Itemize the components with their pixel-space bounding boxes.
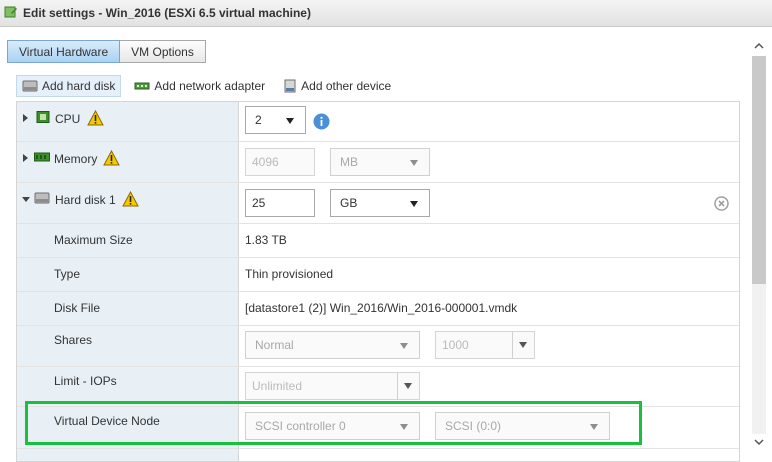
shares-value: Normal bbox=[255, 338, 294, 352]
type-value: Thin provisioned bbox=[245, 267, 334, 281]
tab-vm-options[interactable]: VM Options bbox=[120, 40, 206, 63]
hardware-settings-list: CPU 2 Memory 4096 MB Hard disk 1 25 GB M… bbox=[16, 101, 740, 462]
shares-number-value: 1000 bbox=[442, 338, 469, 352]
type-row: Type Thin provisioned bbox=[17, 258, 739, 292]
hard-disk-label-cell: Hard disk 1 bbox=[17, 183, 239, 223]
warning-icon bbox=[122, 190, 139, 210]
add-hard-disk-button[interactable]: Add hard disk bbox=[16, 75, 122, 97]
limit-iops-value: Unlimited bbox=[252, 379, 303, 393]
scsi-slot-value: SCSI (0:0) bbox=[445, 419, 502, 433]
disk-file-label: Disk File bbox=[54, 301, 101, 315]
memory-label-cell: Memory bbox=[17, 142, 239, 182]
add-network-adapter-label: Add network adapter bbox=[154, 79, 266, 93]
cpu-label-cell: CPU bbox=[17, 102, 239, 141]
memory-unit-value: MB bbox=[340, 155, 358, 169]
hard-disk-unit-value: GB bbox=[340, 196, 358, 210]
window-title: Edit settings - Win_2016 (ESXi 6.5 virtu… bbox=[23, 6, 311, 20]
cpu-count-select[interactable]: 2 bbox=[245, 106, 306, 134]
warning-icon bbox=[103, 149, 120, 169]
remove-device-icon[interactable] bbox=[714, 196, 729, 214]
chevron-down-icon bbox=[404, 383, 412, 389]
scsi-controller-select[interactable]: SCSI controller 0 bbox=[245, 412, 420, 440]
scsi-slot-select[interactable]: SCSI (0:0) bbox=[435, 412, 610, 440]
shares-number-dropdown[interactable] bbox=[512, 332, 534, 358]
expand-arrow-icon[interactable] bbox=[23, 114, 28, 122]
scroll-down-icon[interactable] bbox=[754, 436, 764, 446]
collapse-arrow-icon[interactable] bbox=[22, 197, 30, 202]
cpu-row: CPU 2 bbox=[17, 102, 739, 142]
network-adapter-icon bbox=[134, 82, 150, 90]
maximum-size-row: Maximum Size 1.83 TB bbox=[17, 224, 739, 258]
hard-disk-icon bbox=[34, 192, 50, 207]
maximum-size-label: Maximum Size bbox=[54, 233, 133, 247]
scroll-up-icon[interactable] bbox=[754, 40, 764, 50]
scrollbar-thumb[interactable] bbox=[752, 56, 766, 284]
hard-disk-unit-select[interactable]: GB bbox=[330, 189, 430, 217]
disk-file-row: Disk File [datastore1 (2)] Win_2016/Win_… bbox=[17, 292, 739, 326]
window-title-bar: Edit settings - Win_2016 (ESXi 6.5 virtu… bbox=[0, 0, 772, 27]
warning-icon bbox=[87, 109, 104, 129]
shares-row: Shares Normal 1000 bbox=[17, 326, 739, 367]
virtual-device-node-row: Virtual Device Node SCSI controller 0 SC… bbox=[17, 407, 739, 449]
memory-row: Memory 4096 MB bbox=[17, 142, 739, 183]
hard-disk-icon bbox=[22, 80, 38, 92]
limit-iops-dropdown[interactable] bbox=[397, 373, 419, 399]
expand-arrow-icon[interactable] bbox=[23, 154, 28, 162]
chevron-down-icon bbox=[519, 342, 527, 348]
add-other-device-button[interactable]: Add other device bbox=[278, 75, 396, 97]
limit-iops-input[interactable]: Unlimited bbox=[245, 372, 420, 400]
info-icon[interactable] bbox=[313, 113, 330, 133]
other-device-icon bbox=[284, 79, 296, 93]
cpu-chip-icon bbox=[36, 111, 50, 126]
hard-disk-label: Hard disk 1 bbox=[55, 193, 116, 207]
chevron-down-icon bbox=[400, 424, 408, 430]
chevron-down-icon bbox=[410, 201, 418, 207]
chevron-down-icon bbox=[410, 160, 418, 166]
type-label: Type bbox=[54, 267, 81, 281]
add-hard-disk-label: Add hard disk bbox=[42, 79, 116, 93]
disk-file-value: [datastore1 (2)] Win_2016/Win_2016-00000… bbox=[245, 301, 518, 315]
settings-tabs: Virtual Hardware VM Options bbox=[7, 40, 206, 63]
shares-number-input[interactable]: 1000 bbox=[435, 331, 535, 359]
chevron-down-icon bbox=[400, 343, 408, 349]
virtual-device-node-label: Virtual Device Node bbox=[54, 414, 160, 428]
cpu-count-value: 2 bbox=[255, 113, 262, 127]
limit-iops-row: Limit - IOPs Unlimited bbox=[17, 367, 739, 407]
vertical-scrollbar[interactable] bbox=[750, 38, 766, 452]
scsi-controller-value: SCSI controller 0 bbox=[255, 419, 346, 433]
hard-disk-row: Hard disk 1 25 GB bbox=[17, 183, 739, 224]
vm-edit-icon bbox=[4, 5, 18, 22]
limit-iops-label: Limit - IOPs bbox=[54, 374, 117, 388]
memory-module-icon bbox=[34, 151, 50, 166]
shares-label: Shares bbox=[54, 333, 93, 347]
memory-size-input[interactable]: 4096 bbox=[245, 148, 315, 176]
chevron-down-icon bbox=[286, 118, 294, 124]
chevron-down-icon bbox=[590, 424, 598, 430]
cpu-label: CPU bbox=[55, 112, 81, 126]
memory-unit-select[interactable]: MB bbox=[330, 148, 430, 176]
device-toolbar: Add hard disk Add network adapter Add ot… bbox=[16, 75, 404, 97]
tab-virtual-hardware[interactable]: Virtual Hardware bbox=[7, 40, 121, 63]
hard-disk-size-input[interactable]: 25 bbox=[245, 189, 315, 217]
shares-select[interactable]: Normal bbox=[245, 331, 420, 359]
add-other-device-label: Add other device bbox=[301, 79, 392, 93]
memory-label: Memory bbox=[54, 152, 98, 166]
maximum-size-value: 1.83 TB bbox=[245, 233, 287, 247]
add-network-adapter-button[interactable]: Add network adapter bbox=[129, 75, 270, 97]
